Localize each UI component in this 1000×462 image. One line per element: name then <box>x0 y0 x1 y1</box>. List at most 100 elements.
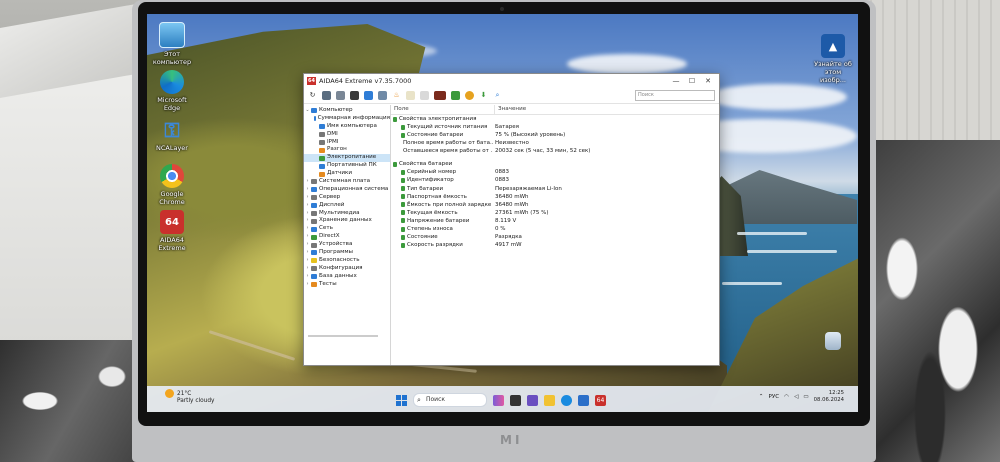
aida64-taskbar-icon[interactable]: 64 <box>595 394 606 406</box>
network-icon[interactable] <box>364 90 373 100</box>
chevron-right-icon[interactable]: › <box>304 225 311 233</box>
detail-field: Идентификатор <box>391 176 493 184</box>
chevron-right-icon[interactable]: › <box>304 178 311 186</box>
benchmark-icon[interactable] <box>434 90 446 100</box>
chevron-up-icon[interactable]: ⌃ <box>759 394 764 400</box>
tree-item-label: База данных <box>319 272 357 279</box>
tree-item[interactable]: Датчики <box>304 170 390 178</box>
tree-item[interactable]: Суммарная информация <box>304 115 390 123</box>
close-button[interactable]: ✕ <box>700 77 716 85</box>
language-indicator[interactable]: РУС <box>768 394 779 400</box>
desktop-icon-recycle-bin[interactable] <box>811 332 855 352</box>
volume-icon[interactable]: ◁ <box>794 394 798 400</box>
taskbar-search[interactable]: Поиск <box>413 393 487 407</box>
detail-row[interactable]: Ёмкость при полной зарядке 36480 mWh <box>391 201 719 209</box>
detail-row[interactable]: Текущая ёмкость 27361 mWh (75 %) <box>391 209 719 217</box>
chevron-right-icon[interactable]: › <box>304 273 311 281</box>
tree-item[interactable]: › Тесты <box>304 281 390 289</box>
column-value-header[interactable]: Значение <box>495 105 526 114</box>
chevron-right-icon[interactable]: › <box>304 186 311 194</box>
weather-widget[interactable]: 21°C Partly cloudy <box>165 389 214 405</box>
tree-item[interactable]: › Сервер <box>304 194 390 202</box>
desktop-icon-this-pc[interactable]: Этот компьютер <box>150 22 194 66</box>
detail-row[interactable]: Оставшееся время работы от ... 20032 сек … <box>391 147 719 155</box>
detail-row[interactable]: Текущий источник питания Батарея <box>391 123 719 131</box>
tree-item[interactable]: › Сеть <box>304 225 390 233</box>
chevron-right-icon[interactable]: › <box>304 210 311 218</box>
tree-item[interactable]: › Мультимедиа <box>304 210 390 218</box>
tree-item-label: Разгон <box>327 146 347 153</box>
detail-row[interactable]: Состояние Разрядка <box>391 233 719 241</box>
minimize-button[interactable]: — <box>668 77 684 85</box>
store-icon[interactable] <box>578 394 589 406</box>
refresh-icon[interactable]: ↻ <box>308 91 317 100</box>
calendar-icon[interactable] <box>420 90 429 100</box>
tree-item[interactable]: DMI <box>304 131 390 139</box>
chevron-right-icon[interactable]: › <box>304 281 311 289</box>
teams-icon[interactable] <box>527 394 538 406</box>
flame-icon[interactable]: ♨ <box>392 91 401 100</box>
chevron-down-icon[interactable]: ⌄ <box>304 107 311 115</box>
file-explorer-icon[interactable] <box>544 394 555 406</box>
maximize-button[interactable]: ☐ <box>684 77 700 85</box>
tree-item[interactable]: › Конфигурация <box>304 265 390 273</box>
memory-icon[interactable] <box>336 90 345 100</box>
detail-row[interactable]: Состояние батареи 75 % (Высокий уровень) <box>391 131 719 139</box>
tree-item[interactable]: Имя компьютера <box>304 123 390 131</box>
info-icon[interactable] <box>465 90 474 100</box>
tree-item[interactable]: › Программы <box>304 249 390 257</box>
tree-item[interactable]: › Устройства <box>304 241 390 249</box>
detail-row[interactable]: Полное время работы от бата... Неизвестно <box>391 139 719 147</box>
tree-item-icon <box>311 242 317 248</box>
chevron-right-icon[interactable]: › <box>304 217 311 225</box>
chevron-right-icon[interactable]: › <box>304 241 311 249</box>
column-field-header[interactable]: Поле <box>391 105 495 114</box>
cpuid-icon[interactable] <box>451 90 460 100</box>
storage-icon[interactable] <box>378 90 387 100</box>
detail-row[interactable]: Степень износа 0 % <box>391 225 719 233</box>
desktop-icon-chrome[interactable]: Google Chrome <box>150 164 194 206</box>
desktop-icon-learn-more[interactable]: ▲ Узнайте об этом изобр... <box>811 34 855 84</box>
desktop-icon-edge[interactable]: Microsoft Edge <box>150 70 194 112</box>
start-button[interactable] <box>396 394 407 406</box>
detail-row[interactable]: Серийный номер 0883 <box>391 168 719 176</box>
desktop-icon-ncalayer[interactable]: ⚿ NCALayer <box>150 118 194 152</box>
gpu-icon[interactable] <box>350 90 359 100</box>
chevron-right-icon[interactable]: › <box>304 194 311 202</box>
tree-item[interactable]: › Системная плата <box>304 178 390 186</box>
detail-row[interactable]: Напряжение батареи 8.119 V <box>391 217 719 225</box>
report-icon[interactable] <box>406 90 415 100</box>
tree-item[interactable]: › Дисплей <box>304 202 390 210</box>
wifi-icon[interactable]: ◠ <box>784 394 789 400</box>
detail-row[interactable]: Идентификатор 0883 <box>391 176 719 184</box>
detail-row[interactable]: Скорость разрядки 4917 mW <box>391 241 719 249</box>
motherboard-icon[interactable] <box>322 90 331 100</box>
chevron-right-icon[interactable]: › <box>304 265 311 273</box>
task-view-icon[interactable] <box>510 394 521 406</box>
detail-row[interactable]: Тип батареи Перезаряжаемая Li-Ion <box>391 185 719 193</box>
clock[interactable]: 12:25 08.06.2024 <box>814 390 844 404</box>
chevron-right-icon[interactable]: › <box>304 233 311 241</box>
download-icon[interactable]: ⬇ <box>479 91 488 100</box>
chevron-right-icon[interactable]: › <box>304 257 311 265</box>
chevron-right-icon[interactable]: › <box>304 249 311 257</box>
tree-item[interactable]: › База данных <box>304 273 390 281</box>
tree-item[interactable]: › Операционная система <box>304 186 390 194</box>
tree-item[interactable]: › Безопасность <box>304 257 390 265</box>
tree-item[interactable]: › DirectX <box>304 233 390 241</box>
tree-item[interactable]: Портативный ПК <box>304 162 390 170</box>
copilot-icon[interactable] <box>493 394 504 406</box>
edge-taskbar-icon[interactable] <box>561 394 572 406</box>
tree-item[interactable]: Разгон <box>304 146 390 154</box>
chevron-right-icon[interactable]: › <box>304 202 311 210</box>
window-titlebar[interactable]: 64 AIDA64 Extreme v7.35.7000 — ☐ ✕ <box>304 74 719 87</box>
battery-icon[interactable]: ▭ <box>803 394 808 400</box>
detail-row[interactable]: Паспортная ёмкость 36480 mWh <box>391 193 719 201</box>
search-icon[interactable]: ⌕ <box>493 91 502 100</box>
tree-item[interactable]: › Хранение данных <box>304 217 390 225</box>
desktop-icon-aida64[interactable]: 64 AIDA64 Extreme <box>150 210 194 252</box>
search-input[interactable]: Поиск <box>635 89 715 101</box>
tree-horizontal-scrollbar[interactable] <box>308 335 378 337</box>
tree-item[interactable]: IPMI <box>304 139 390 147</box>
tree-item[interactable]: ⌄ Компьютер <box>304 107 390 115</box>
